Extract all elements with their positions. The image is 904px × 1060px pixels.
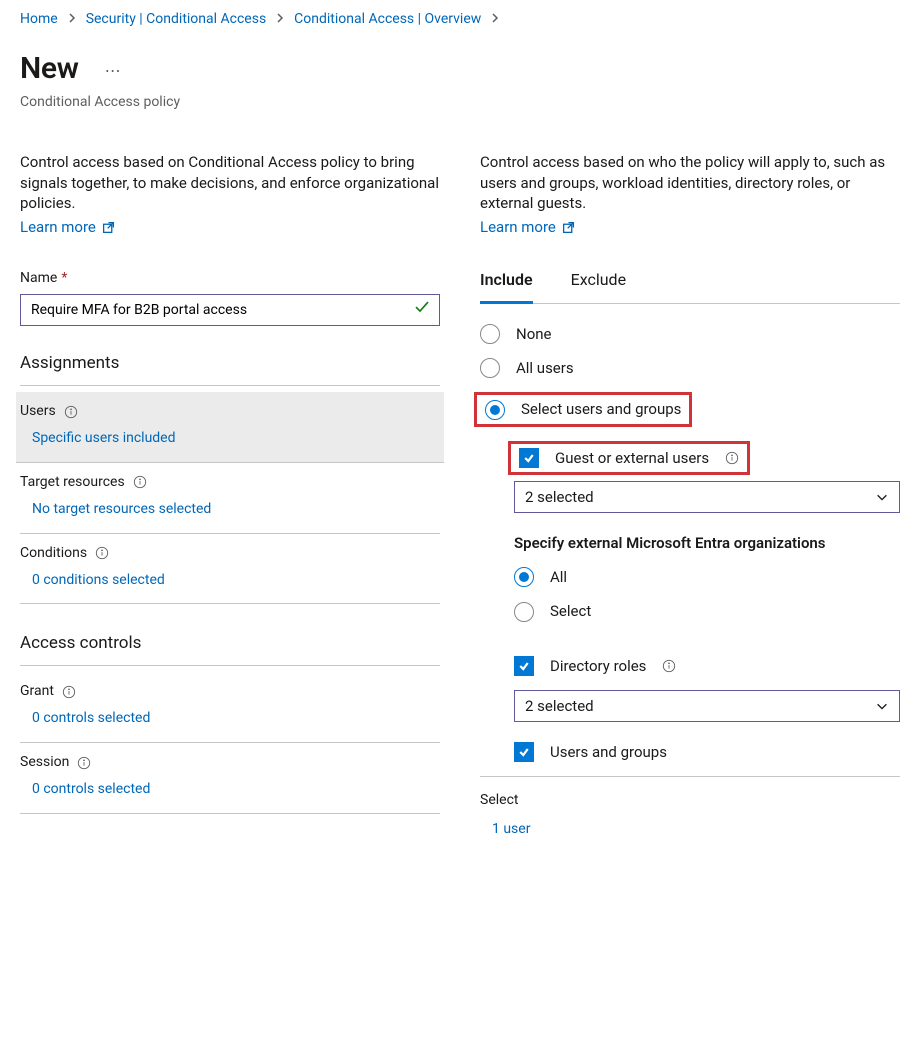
- radio-select-users-label: Select users and groups: [521, 399, 681, 419]
- chevron-right-icon: [491, 10, 499, 29]
- left-column: Control access based on Conditional Acce…: [20, 152, 440, 839]
- radio-external-select[interactable]: [514, 602, 534, 622]
- checkbox-directory-roles-label: Directory roles: [550, 656, 646, 676]
- external-link-icon: [562, 221, 575, 234]
- info-icon: [133, 475, 147, 489]
- radio-external-all[interactable]: [514, 567, 534, 587]
- grant-row-status[interactable]: 0 controls selected: [20, 709, 440, 728]
- name-label: Name*: [20, 269, 440, 288]
- radio-none-label: None: [516, 324, 552, 344]
- radio-none[interactable]: [480, 324, 500, 344]
- external-link-icon: [102, 221, 115, 234]
- policy-name-input[interactable]: [20, 294, 440, 326]
- highlight-select-users: Select users and groups: [474, 392, 692, 426]
- directory-roles-dropdown[interactable]: 2 selected: [514, 690, 900, 722]
- select-users-block: Select 1 user: [480, 776, 900, 839]
- highlight-guest-external: Guest or external users: [508, 441, 750, 475]
- session-row-status[interactable]: 0 controls selected: [20, 780, 440, 799]
- target-resources-row[interactable]: Target resources No target resources sel…: [20, 463, 440, 534]
- info-icon: [662, 659, 676, 673]
- include-exclude-tabs: Include Exclude: [480, 269, 900, 304]
- checkbox-guest-external[interactable]: [519, 448, 539, 468]
- users-row[interactable]: Users Specific users included: [16, 392, 444, 463]
- checkbox-users-groups-label: Users and groups: [550, 742, 667, 762]
- breadcrumb: Home Security | Conditional Access Condi…: [20, 10, 884, 29]
- left-description: Control access based on Conditional Acce…: [20, 152, 440, 213]
- info-icon: [64, 405, 78, 419]
- roles-dropdown-value: 2 selected: [525, 696, 594, 716]
- right-description: Control access based on who the policy w…: [480, 152, 900, 213]
- tab-exclude[interactable]: Exclude: [571, 269, 626, 303]
- chevron-right-icon: [276, 10, 284, 29]
- info-icon: [62, 685, 76, 699]
- access-controls-heading: Access controls: [20, 632, 440, 666]
- info-icon: [77, 756, 91, 770]
- more-actions-button[interactable]: ⋯: [105, 60, 123, 82]
- guest-dropdown-value: 2 selected: [525, 487, 594, 507]
- conditions-row-title: Conditions: [20, 544, 87, 563]
- checkbox-users-groups[interactable]: [514, 742, 534, 762]
- session-row-title: Session: [20, 753, 69, 772]
- checkbox-guest-external-label: Guest or external users: [555, 448, 709, 468]
- tab-include[interactable]: Include: [480, 269, 533, 304]
- learn-more-right[interactable]: Learn more: [480, 217, 575, 237]
- chevron-right-icon: [68, 10, 76, 29]
- info-icon: [725, 451, 739, 465]
- learn-more-label: Learn more: [20, 217, 96, 237]
- info-icon: [95, 546, 109, 560]
- page-title: New: [20, 49, 79, 90]
- checkbox-directory-roles[interactable]: [514, 656, 534, 676]
- learn-more-label: Learn more: [480, 217, 556, 237]
- right-column: Control access based on who the policy w…: [480, 152, 900, 839]
- breadcrumb-overview[interactable]: Conditional Access | Overview: [294, 10, 481, 29]
- learn-more-left[interactable]: Learn more: [20, 217, 115, 237]
- target-row-title: Target resources: [20, 473, 125, 492]
- radio-all-users[interactable]: [480, 358, 500, 378]
- radio-all-users-label: All users: [516, 358, 574, 378]
- select-label: Select: [480, 791, 900, 810]
- external-org-heading: Specify external Microsoft Entra organiz…: [514, 533, 900, 553]
- chevron-down-icon: [875, 490, 889, 504]
- users-row-status[interactable]: Specific users included: [20, 429, 440, 448]
- radio-external-select-label: Select: [550, 601, 591, 621]
- radio-external-all-label: All: [550, 567, 567, 587]
- target-row-status[interactable]: No target resources selected: [20, 500, 440, 519]
- users-row-title: Users: [20, 402, 56, 421]
- select-users-link[interactable]: 1 user: [480, 820, 900, 839]
- radio-select-users[interactable]: [485, 400, 505, 420]
- page-subtitle: Conditional Access policy: [20, 93, 884, 112]
- guest-types-dropdown[interactable]: 2 selected: [514, 481, 900, 513]
- breadcrumb-security[interactable]: Security | Conditional Access: [86, 10, 266, 29]
- conditions-row-status[interactable]: 0 conditions selected: [20, 571, 440, 590]
- chevron-down-icon: [875, 699, 889, 713]
- assignments-heading: Assignments: [20, 352, 440, 386]
- conditions-row[interactable]: Conditions 0 conditions selected: [20, 534, 440, 605]
- breadcrumb-home[interactable]: Home: [20, 10, 58, 29]
- grant-row[interactable]: Grant 0 controls selected: [20, 672, 440, 743]
- grant-row-title: Grant: [20, 682, 54, 701]
- session-row[interactable]: Session 0 controls selected: [20, 743, 440, 814]
- check-icon: [414, 299, 430, 321]
